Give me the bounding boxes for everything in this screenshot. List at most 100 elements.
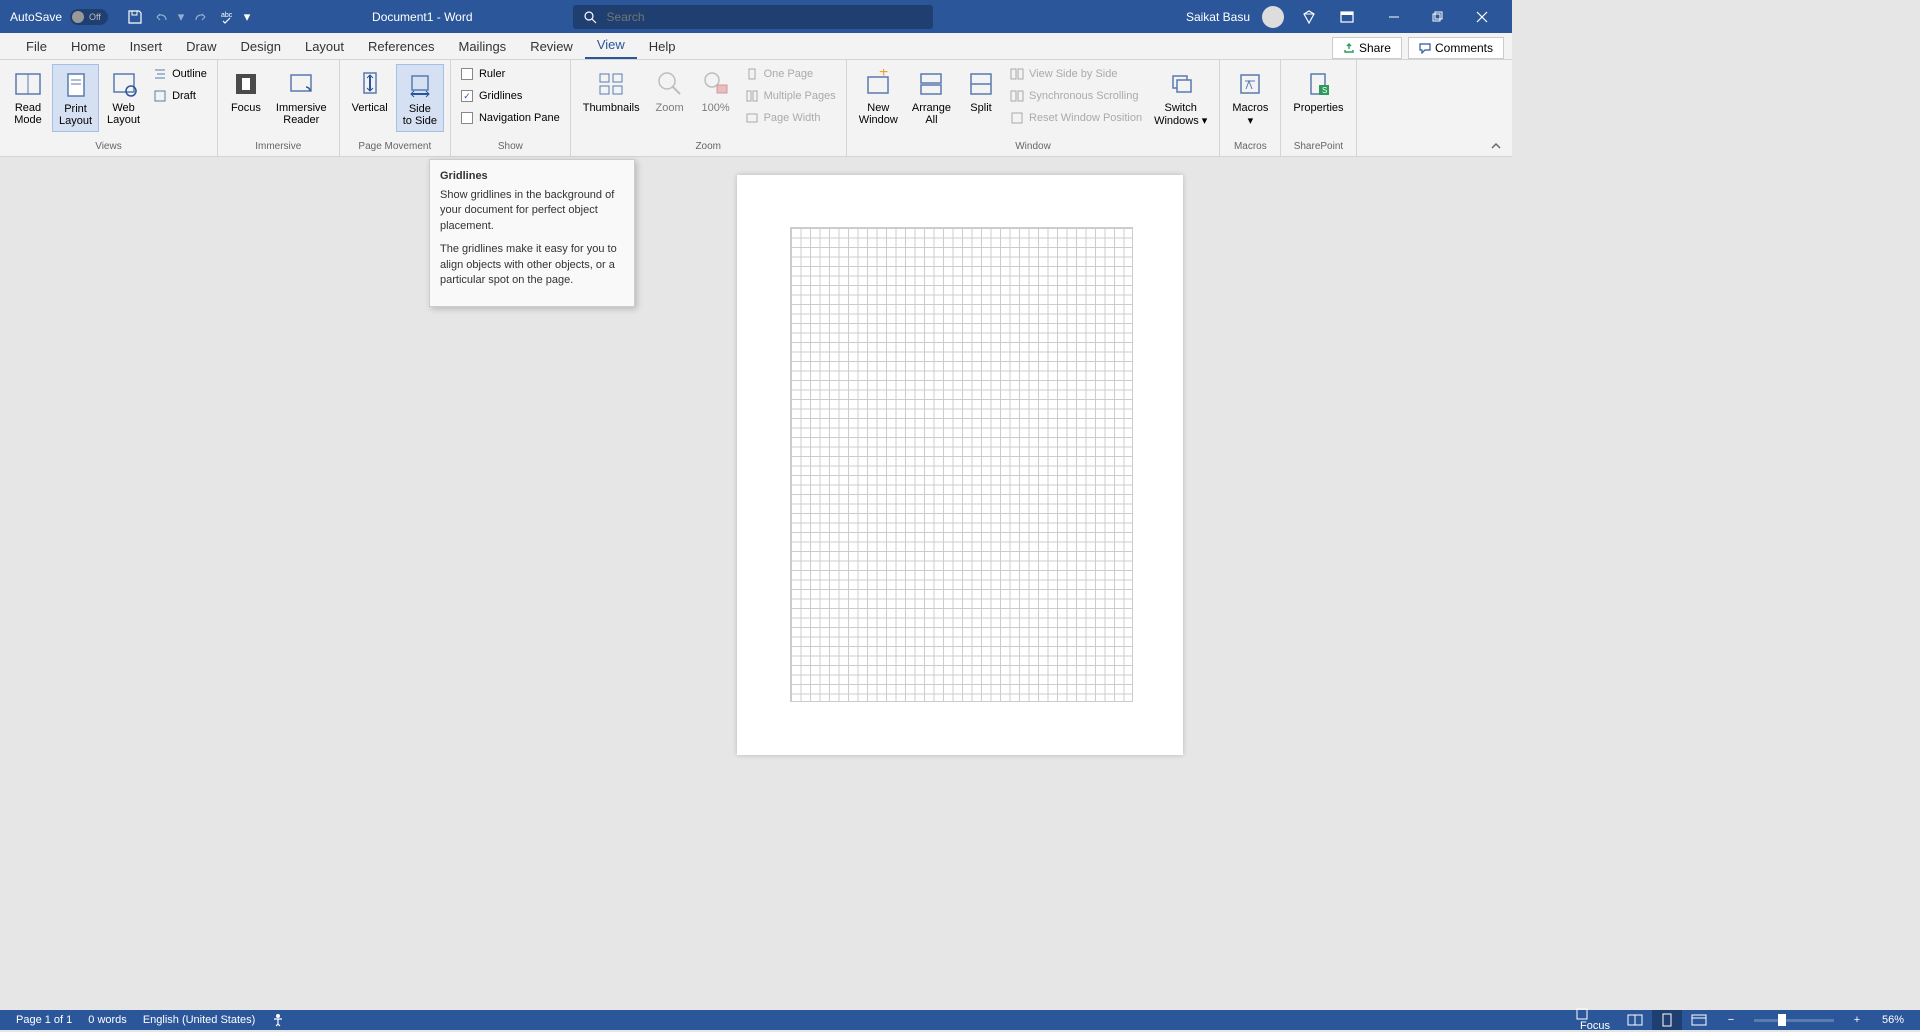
print-layout-button[interactable]: Print Layout [52, 64, 99, 132]
group-page-movement: Vertical Side to Side Page Movement [340, 60, 451, 156]
undo-dropdown-icon[interactable]: ▾ [176, 6, 186, 28]
split-icon [965, 68, 997, 100]
tab-file[interactable]: File [14, 34, 59, 59]
page[interactable] [737, 175, 1183, 755]
page-movement-group-label: Page Movement [346, 139, 444, 154]
new-window-button[interactable]: + New Window [853, 64, 904, 130]
tab-home[interactable]: Home [59, 34, 118, 59]
autosave-toggle[interactable]: Off [70, 9, 108, 25]
web-layout-view-button[interactable] [1684, 1010, 1714, 1030]
group-sharepoint: S Properties SharePoint [1281, 60, 1356, 156]
arrange-all-button[interactable]: Arrange All [906, 64, 957, 130]
minimize-button[interactable] [1372, 0, 1416, 33]
tab-layout[interactable]: Layout [293, 34, 356, 59]
read-mode-button[interactable]: Read Mode [6, 64, 50, 130]
tab-view[interactable]: View [585, 32, 637, 59]
share-icon [1343, 42, 1355, 54]
thumbnails-button[interactable]: Thumbnails [577, 64, 646, 118]
zoom-slider-thumb[interactable] [1778, 1014, 1786, 1026]
one-page-button[interactable]: One Page [740, 64, 840, 84]
search-icon [583, 10, 597, 24]
comment-icon [1419, 42, 1431, 54]
spellcheck-icon[interactable]: abc [216, 6, 238, 28]
language-status[interactable]: English (United States) [135, 1014, 264, 1026]
tab-help[interactable]: Help [637, 34, 688, 59]
svg-text:+: + [879, 69, 888, 81]
web-layout-button[interactable]: Web Layout [101, 64, 146, 130]
collapse-ribbon-button[interactable] [1480, 136, 1512, 156]
split-button[interactable]: Split [959, 64, 1003, 118]
focus-button[interactable]: Focus [224, 64, 268, 118]
tooltip-paragraph: The gridlines make it easy for you to al… [440, 242, 624, 288]
comments-button[interactable]: Comments [1408, 37, 1504, 59]
zoom-group-label: Zoom [577, 139, 840, 154]
zoom-in-button[interactable]: + [1842, 1010, 1872, 1030]
print-layout-view-button[interactable] [1652, 1010, 1682, 1030]
zoom-out-button[interactable]: − [1716, 1010, 1746, 1030]
redo-icon[interactable] [190, 6, 212, 28]
user-name[interactable]: Saikat Basu [1186, 10, 1250, 24]
group-window: + New Window Arrange All Split View Side… [847, 60, 1221, 156]
ruler-checkbox[interactable]: Ruler [457, 66, 564, 82]
properties-icon: S [1302, 68, 1334, 100]
accessibility-icon[interactable] [263, 1013, 293, 1027]
tab-bar: File Home Insert Draw Design Layout Refe… [0, 33, 1512, 60]
gridlines-overlay [790, 227, 1133, 702]
macros-button[interactable]: Macros▾ [1226, 64, 1274, 131]
maximize-button[interactable] [1416, 0, 1460, 33]
undo-icon[interactable] [150, 6, 172, 28]
outline-icon [152, 66, 168, 82]
gridlines-checkbox[interactable]: ✓ Gridlines [457, 88, 564, 104]
tooltip: Gridlines Show gridlines in the backgrou… [429, 159, 635, 307]
checkbox-icon [461, 112, 473, 124]
view-side-by-side-button[interactable]: View Side by Side [1005, 64, 1146, 84]
tab-references[interactable]: References [356, 34, 446, 59]
zoom-button[interactable]: Zoom [648, 64, 692, 118]
tab-draw[interactable]: Draw [174, 34, 228, 59]
status-bar: Page 1 of 1 0 words English (United Stat… [0, 1010, 1920, 1030]
close-button[interactable] [1460, 0, 1504, 33]
share-button[interactable]: Share [1332, 37, 1402, 59]
tab-insert[interactable]: Insert [118, 34, 175, 59]
reset-window-button[interactable]: Reset Window Position [1005, 108, 1146, 128]
focus-status-button[interactable]: Focus [1568, 1008, 1618, 1032]
group-zoom: Thumbnails Zoom 100% One Page Multiple P… [571, 60, 847, 156]
group-macros: Macros▾ Macros [1220, 60, 1281, 156]
svg-text:abc: abc [221, 12, 233, 19]
navigation-pane-checkbox[interactable]: Navigation Pane [457, 110, 564, 126]
qat-customize-icon[interactable]: ▾ [242, 6, 252, 28]
tab-design[interactable]: Design [229, 34, 293, 59]
save-icon[interactable] [124, 6, 146, 28]
side-to-side-button[interactable]: Side to Side [396, 64, 444, 132]
outline-button[interactable]: Outline [148, 64, 211, 84]
svg-text:S: S [1322, 86, 1327, 95]
checkbox-checked-icon: ✓ [461, 90, 473, 102]
search-input[interactable] [607, 10, 923, 24]
word-count-status[interactable]: 0 words [80, 1014, 135, 1026]
zoom-slider[interactable] [1754, 1019, 1834, 1022]
read-mode-icon [12, 68, 44, 100]
reset-window-icon [1009, 110, 1025, 126]
draft-button[interactable]: Draft [148, 86, 211, 106]
vertical-icon [354, 68, 386, 100]
immersive-reader-button[interactable]: Immersive Reader [270, 64, 333, 130]
tab-mailings[interactable]: Mailings [447, 34, 519, 59]
avatar[interactable] [1262, 6, 1284, 28]
page-status[interactable]: Page 1 of 1 [8, 1014, 80, 1026]
page-width-button[interactable]: Page Width [740, 108, 840, 128]
diamond-icon[interactable] [1296, 4, 1322, 30]
read-mode-view-button[interactable] [1620, 1010, 1650, 1030]
multiple-pages-button[interactable]: Multiple Pages [740, 86, 840, 106]
switch-windows-button[interactable]: Switch Windows ▾ [1148, 64, 1213, 131]
vertical-button[interactable]: Vertical [346, 64, 394, 118]
hundred-percent-button[interactable]: 100% [694, 64, 738, 118]
focus-status-icon [1576, 1008, 1610, 1020]
document-area[interactable] [0, 157, 1920, 1010]
zoom-percent[interactable]: 56% [1874, 1014, 1912, 1026]
sync-scroll-button[interactable]: Synchronous Scrolling [1005, 86, 1146, 106]
properties-button[interactable]: S Properties [1287, 64, 1349, 118]
search-box[interactable] [573, 5, 933, 29]
ribbon-display-icon[interactable] [1334, 4, 1360, 30]
tab-review[interactable]: Review [518, 34, 585, 59]
document-title: Document1 - Word [372, 10, 472, 24]
